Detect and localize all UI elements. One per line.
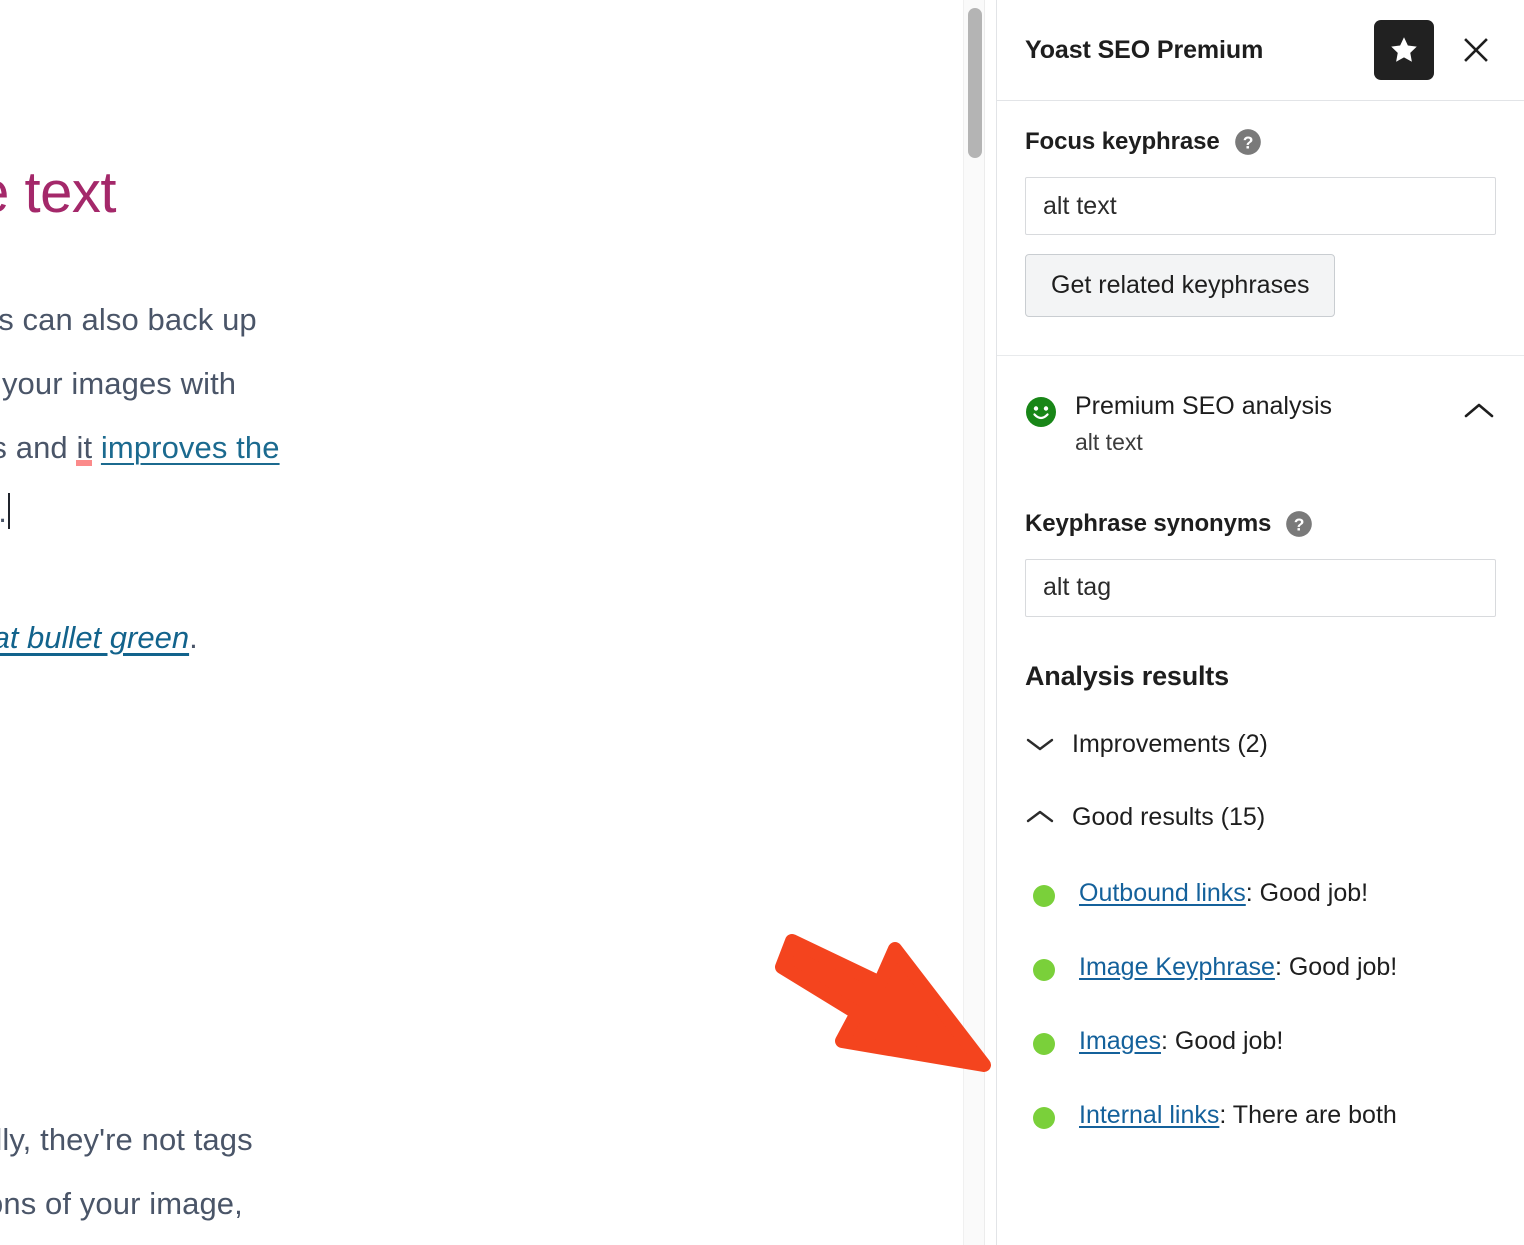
list-item: Images: Good job! bbox=[997, 1023, 1524, 1059]
premium-seo-analysis-header[interactable]: Premium SEO analysis alt text bbox=[997, 390, 1524, 458]
result-text: Images: Good job! bbox=[1079, 1023, 1283, 1059]
page-title: nd title text bbox=[0, 160, 116, 227]
smiley-glyph bbox=[1025, 396, 1057, 428]
post-editor-content[interactable]: nd title text chosen images can also bac… bbox=[0, 0, 962, 1245]
good-results-group-label: Good results (15) bbox=[1072, 803, 1265, 832]
premium-seo-analysis-subtitle: alt text bbox=[1075, 426, 1462, 458]
trailing-period: . bbox=[189, 620, 198, 655]
keyphrase-synonyms-input[interactable] bbox=[1025, 559, 1496, 617]
vertical-scrollbar[interactable] bbox=[963, 0, 985, 1245]
chevron-up-glyph bbox=[1462, 400, 1496, 422]
keyphrase-highlight: it bbox=[76, 430, 92, 466]
result-link[interactable]: Images bbox=[1079, 1027, 1161, 1055]
premium-seo-analysis-title: Premium SEO analysis bbox=[1075, 390, 1462, 423]
result-description: : Good job! bbox=[1161, 1027, 1283, 1055]
result-link[interactable]: Image Keyphrase bbox=[1079, 953, 1275, 981]
body-paragraph-top: chosen images can also back up get to pr… bbox=[0, 288, 280, 544]
status-bullet-green bbox=[1033, 1107, 1055, 1129]
analysis-results-heading: Analysis results bbox=[997, 661, 1524, 692]
paragraph-line: ktual descriptions of your image, bbox=[0, 1172, 253, 1236]
close-icon[interactable] bbox=[1456, 30, 1496, 70]
result-text: Image Keyphrase: Good job! bbox=[1079, 949, 1397, 985]
keyphrase-synonyms-section: Keyphrase synonyms ? bbox=[997, 510, 1524, 617]
focus-keyphrase-input[interactable] bbox=[1025, 177, 1496, 235]
get-related-keyphrases-button[interactable]: Get related keyphrases bbox=[1025, 254, 1335, 317]
status-bullet-green bbox=[1033, 959, 1055, 981]
result-text: Outbound links: Good job! bbox=[1079, 875, 1368, 911]
help-glyph: ? bbox=[1285, 510, 1313, 538]
svg-text:?: ? bbox=[1294, 514, 1305, 534]
inline-link[interactable]: improves the bbox=[101, 430, 280, 465]
italic-link-line: ow to turn that bullet green. bbox=[0, 612, 198, 664]
help-icon[interactable]: ? bbox=[1234, 128, 1262, 156]
panel-header: Yoast SEO Premium bbox=[997, 0, 1524, 101]
list-item: Internal links: There are both bbox=[997, 1097, 1524, 1133]
chevron-up-icon[interactable] bbox=[1462, 400, 1496, 427]
star-icon[interactable] bbox=[1374, 20, 1434, 80]
chevron-down-icon bbox=[1025, 734, 1055, 754]
paragraph-text: optimize them. bbox=[0, 494, 7, 529]
result-description: : Good job! bbox=[1246, 879, 1368, 907]
panel-title: Yoast SEO Premium bbox=[1025, 36, 1374, 65]
smiley-good-icon bbox=[1025, 396, 1057, 433]
paragraph-line: chosen images can also back up bbox=[0, 288, 280, 352]
result-link[interactable]: Internal links bbox=[1079, 1101, 1219, 1129]
result-description: : There are both bbox=[1219, 1101, 1396, 1129]
status-bullet-green bbox=[1033, 1033, 1055, 1055]
help-icon[interactable]: ? bbox=[1285, 510, 1313, 538]
result-link[interactable]: Outbound links bbox=[1079, 879, 1246, 907]
keyphrase-synonyms-label-text: Keyphrase synonyms bbox=[1025, 510, 1271, 538]
focus-keyphrase-label: Focus keyphrase ? bbox=[1025, 128, 1496, 156]
screenshot-root: nd title text chosen images can also bac… bbox=[0, 0, 1524, 1245]
list-item: Image Keyphrase: Good job! bbox=[997, 949, 1524, 985]
list-item: Outbound links: Good job! bbox=[997, 875, 1524, 911]
status-bullet-green bbox=[1033, 885, 1055, 907]
help-glyph: ? bbox=[1234, 128, 1262, 156]
good-results-group-toggle[interactable]: Good results (15) bbox=[997, 803, 1524, 832]
close-glyph bbox=[1461, 35, 1491, 65]
paragraph-line-with-link: engine spiders and it improves the bbox=[0, 416, 280, 480]
section-divider bbox=[997, 355, 1524, 356]
keyphrase-synonyms-label: Keyphrase synonyms ? bbox=[1025, 510, 1496, 538]
paragraph-space bbox=[92, 430, 101, 465]
italic-inline-link[interactable]: ow to turn that bullet green bbox=[0, 620, 189, 655]
focus-keyphrase-label-text: Focus keyphrase bbox=[1025, 128, 1220, 156]
paragraph-text: engine spiders and bbox=[0, 430, 76, 465]
improvements-group-label: Improvements (2) bbox=[1072, 730, 1268, 759]
scrollbar-thumb[interactable] bbox=[968, 8, 982, 158]
result-text: Internal links: There are both bbox=[1079, 1097, 1397, 1133]
analysis-title-block: Premium SEO analysis alt text bbox=[1075, 390, 1462, 458]
star-glyph bbox=[1389, 35, 1419, 65]
paragraph-line: tag'. (Technically, they're not tags bbox=[0, 1108, 253, 1172]
svg-text:?: ? bbox=[1242, 132, 1253, 152]
chevron-up-glyph bbox=[1025, 807, 1055, 827]
paragraph-line: get to provide your images with bbox=[0, 352, 280, 416]
paragraph-line-with-caret: optimize them. bbox=[0, 480, 280, 544]
chevron-up-icon bbox=[1025, 807, 1055, 827]
yoast-seo-sidebar-panel: Yoast SEO Premium Focus keyphrase ? bbox=[996, 0, 1524, 1245]
chevron-down-glyph bbox=[1025, 734, 1055, 754]
focus-keyphrase-section: Focus keyphrase ? Get related keyphrases bbox=[997, 101, 1524, 317]
improvements-group-toggle[interactable]: Improvements (2) bbox=[997, 730, 1524, 759]
text-cursor bbox=[8, 493, 10, 529]
result-description: : Good job! bbox=[1275, 953, 1397, 981]
body-paragraph-bottom: tag'. (Technically, they're not tags ktu… bbox=[0, 1108, 253, 1236]
